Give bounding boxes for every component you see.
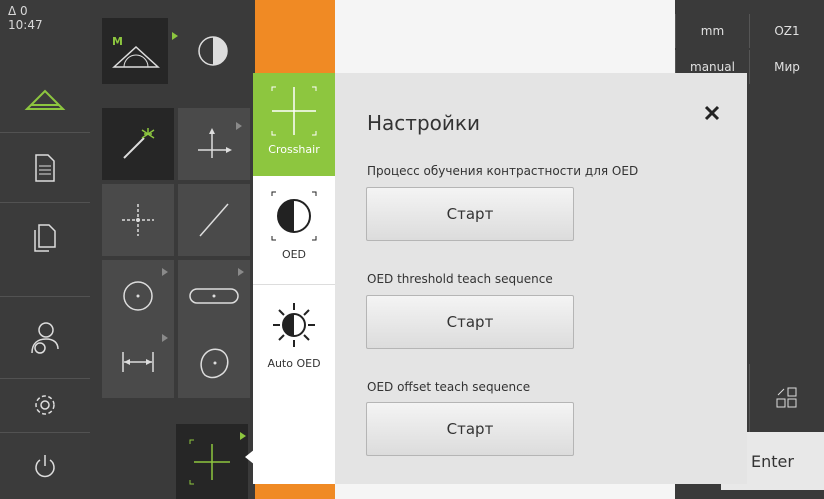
contrast-teach-label: Процесс обучения контрастности для OED — [367, 164, 639, 178]
magic-wand-icon — [123, 128, 155, 159]
tab-label: Crosshair — [268, 143, 320, 156]
settings-dialog: Настройки Процесс обучения контрастности… — [335, 73, 747, 484]
circle-icon — [123, 281, 153, 311]
tab-auto-oed[interactable]: Auto OED — [253, 285, 335, 395]
layout-icon — [776, 387, 797, 408]
delta-indicator: Δ 0 — [8, 4, 28, 18]
nav-report[interactable] — [0, 132, 90, 202]
tab-crosshair[interactable]: Crosshair — [253, 73, 335, 176]
tab-label: OED — [281, 248, 307, 261]
auto-oed-icon — [273, 303, 315, 347]
distance-icon — [122, 352, 154, 372]
contrast-icon — [198, 36, 228, 66]
unit-button[interactable]: mm — [675, 14, 749, 48]
tab-oed[interactable]: OED — [253, 176, 335, 285]
circle-tool[interactable] — [102, 260, 174, 332]
nav-settings[interactable] — [0, 378, 90, 430]
line-icon — [199, 203, 229, 237]
files-icon — [34, 223, 56, 252]
dialog-title: Настройки — [367, 111, 480, 135]
point-measure-icon — [198, 128, 232, 158]
threshold-teach-label: OED threshold teach sequence — [367, 272, 553, 286]
freeform-tool[interactable] — [178, 326, 250, 398]
frame-button[interactable]: Мир — [749, 50, 824, 84]
close-button[interactable] — [698, 99, 726, 127]
coord-system-button[interactable]: OZ1 — [749, 14, 824, 48]
crosshair-tool[interactable] — [176, 424, 248, 499]
tool-palette: M — [90, 0, 255, 499]
power-icon — [35, 455, 55, 478]
nav-power[interactable] — [0, 432, 90, 499]
view-switch-button[interactable] — [749, 364, 824, 432]
start-contrast-button[interactable]: Старт — [366, 187, 574, 241]
crosshair-icon — [271, 86, 317, 136]
contrast-tool[interactable] — [180, 18, 246, 84]
close-icon — [704, 105, 720, 121]
nav-measure[interactable] — [0, 72, 90, 126]
clock: 10:47 — [8, 18, 43, 32]
main-menu: Δ 0 10:47 — [0, 0, 90, 499]
report-icon — [35, 153, 55, 182]
distance-tool[interactable] — [102, 326, 174, 398]
nav-user-settings[interactable] — [0, 296, 90, 378]
settings-tabs: Crosshair OED Auto OED — [253, 73, 335, 484]
settings-icon — [35, 394, 55, 415]
crosshair-current-icon — [189, 439, 230, 484]
nav-files[interactable] — [0, 202, 90, 272]
popover-pointer — [245, 449, 255, 465]
slot-icon — [189, 288, 239, 304]
slot-tool[interactable] — [178, 260, 250, 332]
user-settings-icon — [31, 321, 59, 354]
point-tool[interactable] — [102, 184, 174, 256]
offset-teach-label: OED offset teach sequence — [367, 380, 531, 394]
point-measure-tool[interactable] — [178, 108, 250, 180]
start-offset-button[interactable]: Старт — [366, 402, 574, 456]
magic-wand-tool[interactable] — [102, 108, 174, 180]
freeform-icon — [200, 348, 229, 379]
auto-measure-tool[interactable]: M — [102, 18, 178, 84]
point-icon — [122, 204, 154, 236]
oed-icon — [271, 191, 317, 241]
line-tool[interactable] — [178, 184, 250, 256]
measure-icon — [24, 89, 66, 110]
auto-measure-icon: M — [112, 35, 160, 68]
tab-label: Auto OED — [267, 357, 321, 370]
start-threshold-button[interactable]: Старт — [366, 295, 574, 349]
svg-text:M: M — [112, 35, 123, 48]
